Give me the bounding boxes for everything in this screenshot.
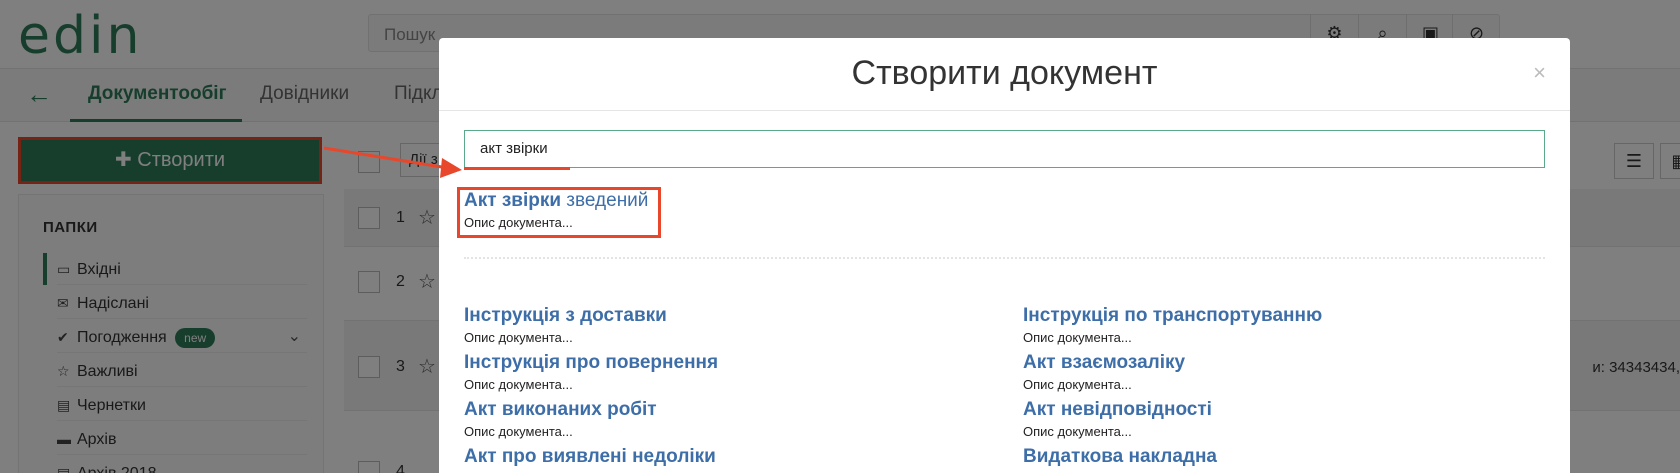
annotation-arrow-icon <box>323 146 462 178</box>
